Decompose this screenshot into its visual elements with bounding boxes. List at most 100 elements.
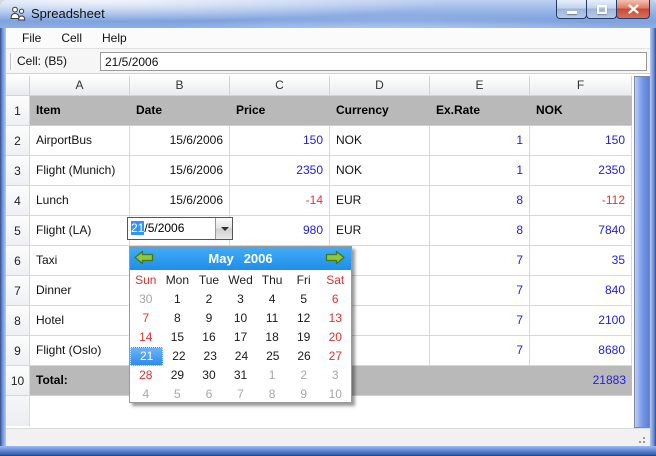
cell-F9[interactable]: 8680 — [530, 336, 632, 366]
calendar-day-19[interactable]: 19 — [288, 328, 320, 347]
cell-D1[interactable]: Currency — [330, 96, 430, 126]
calendar-day-8[interactable]: 8 — [162, 309, 194, 328]
menu-cell[interactable]: Cell — [51, 29, 92, 47]
cell-E5[interactable]: 8 — [430, 216, 530, 246]
table-corner-cell[interactable] — [6, 76, 30, 96]
cell-F8[interactable]: 2100 — [530, 306, 632, 336]
calendar-day-7[interactable]: 7 — [225, 385, 257, 404]
cell-F4[interactable]: -112 — [530, 186, 632, 216]
calendar-day-15[interactable]: 15 — [162, 328, 194, 347]
cell-E2[interactable]: 1 — [430, 126, 530, 156]
calendar-day-12[interactable]: 12 — [288, 309, 320, 328]
calendar-day-4[interactable]: 4 — [256, 290, 288, 309]
cell-A9[interactable]: Flight (Oslo) — [30, 336, 130, 366]
calendar-day-31[interactable]: 31 — [225, 366, 257, 385]
row-header-8[interactable]: 8 — [6, 306, 30, 336]
cell-F7[interactable]: 840 — [530, 276, 632, 306]
cell-D4[interactable]: EUR — [330, 186, 430, 216]
cell-B4[interactable]: 15/6/2006 — [130, 186, 230, 216]
cell-E8[interactable]: 7 — [430, 306, 530, 336]
calendar-day-10[interactable]: 10 — [225, 309, 257, 328]
resize-grip[interactable] — [633, 431, 645, 443]
cell-A3[interactable]: Flight (Munich) — [30, 156, 130, 186]
cell-F1[interactable]: NOK — [530, 96, 632, 126]
menu-help[interactable]: Help — [92, 29, 137, 47]
cell-B3[interactable]: 15/6/2006 — [130, 156, 230, 186]
cell-A5[interactable]: Flight (LA) — [30, 216, 130, 246]
toolbar-handle[interactable] — [10, 53, 13, 70]
date-dropdown-button[interactable] — [215, 218, 232, 239]
maximize-button[interactable] — [586, 0, 617, 19]
calendar-day-8[interactable]: 8 — [256, 385, 288, 404]
cell-E7[interactable]: 7 — [430, 276, 530, 306]
menu-file[interactable]: File — [12, 29, 51, 47]
column-header-C[interactable]: C — [230, 76, 330, 96]
next-month-button[interactable] — [325, 250, 347, 266]
cell-D3[interactable]: NOK — [330, 156, 430, 186]
cell-B1[interactable]: Date — [130, 96, 230, 126]
calendar-day-3[interactable]: 3 — [225, 290, 257, 309]
calendar-day-29[interactable]: 29 — [162, 366, 194, 385]
calendar-day-24[interactable]: 24 — [226, 347, 257, 366]
cell-A7[interactable]: Dinner — [30, 276, 130, 306]
calendar-day-28[interactable]: 28 — [130, 366, 162, 385]
calendar-day-23[interactable]: 23 — [195, 347, 226, 366]
row-header-2[interactable]: 2 — [6, 126, 30, 156]
cell-E10[interactable] — [430, 366, 530, 396]
row-header-1[interactable]: 1 — [6, 96, 30, 126]
row-header-4[interactable]: 4 — [6, 186, 30, 216]
calendar-day-1[interactable]: 1 — [162, 290, 194, 309]
row-header-7[interactable]: 7 — [6, 276, 30, 306]
calendar-day-27[interactable]: 27 — [320, 347, 351, 366]
cell-D2[interactable]: NOK — [330, 126, 430, 156]
column-header-E[interactable]: E — [430, 76, 530, 96]
previous-month-button[interactable] — [134, 250, 156, 266]
calendar-day-26[interactable]: 26 — [288, 347, 319, 366]
calendar-day-25[interactable]: 25 — [257, 347, 288, 366]
row-header-6[interactable]: 6 — [6, 246, 30, 276]
calendar-day-20[interactable]: 20 — [319, 328, 351, 347]
calendar-day-17[interactable]: 17 — [225, 328, 257, 347]
calendar-day-18[interactable]: 18 — [256, 328, 288, 347]
cell-C3[interactable]: 2350 — [230, 156, 330, 186]
cell-E6[interactable]: 7 — [430, 246, 530, 276]
titlebar[interactable]: Spreadsheet — [0, 0, 656, 28]
row-header-3[interactable]: 3 — [6, 156, 30, 186]
minimize-button[interactable] — [556, 0, 587, 19]
calendar-day-30[interactable]: 30 — [193, 366, 225, 385]
cell-C1[interactable]: Price — [230, 96, 330, 126]
cell-F3[interactable]: 2350 — [530, 156, 632, 186]
column-header-A[interactable]: A — [30, 76, 130, 96]
cell-C5[interactable]: 980 — [230, 216, 330, 246]
row-header-10[interactable]: 10 — [6, 366, 30, 396]
calendar-day-16[interactable]: 16 — [193, 328, 225, 347]
calendar-day-9[interactable]: 9 — [193, 309, 225, 328]
column-header-F[interactable]: F — [530, 76, 632, 96]
column-header-B[interactable]: B — [130, 76, 230, 96]
cell-A4[interactable]: Lunch — [30, 186, 130, 216]
calendar-day-6[interactable]: 6 — [193, 385, 225, 404]
calendar-day-11[interactable]: 11 — [256, 309, 288, 328]
calendar-day-9[interactable]: 9 — [288, 385, 320, 404]
row-header-5[interactable]: 5 — [6, 216, 30, 246]
date-cell-editor[interactable]: 21/5/2006 — [127, 217, 233, 240]
cell-A10[interactable]: Total: — [30, 366, 130, 396]
calendar-day-6[interactable]: 6 — [319, 290, 351, 309]
cell-value-input[interactable] — [100, 52, 647, 71]
cell-E3[interactable]: 1 — [430, 156, 530, 186]
calendar-day-5[interactable]: 5 — [288, 290, 320, 309]
cell-F2[interactable]: 150 — [530, 126, 632, 156]
calendar-day-14[interactable]: 14 — [130, 328, 162, 347]
cell-D5[interactable]: EUR — [330, 216, 430, 246]
calendar-day-7[interactable]: 7 — [130, 309, 162, 328]
row-header-9[interactable]: 9 — [6, 336, 30, 366]
cell-B2[interactable]: 15/6/2006 — [130, 126, 230, 156]
calendar-day-22[interactable]: 22 — [163, 347, 194, 366]
calendar-day-10[interactable]: 10 — [319, 385, 351, 404]
vertical-scrollbar[interactable] — [634, 76, 650, 428]
calendar-day-21[interactable]: 21 — [130, 347, 164, 366]
calendar-day-13[interactable]: 13 — [319, 309, 351, 328]
cell-C2[interactable]: 150 — [230, 126, 330, 156]
calendar-day-30[interactable]: 30 — [130, 290, 162, 309]
cell-E4[interactable]: 8 — [430, 186, 530, 216]
